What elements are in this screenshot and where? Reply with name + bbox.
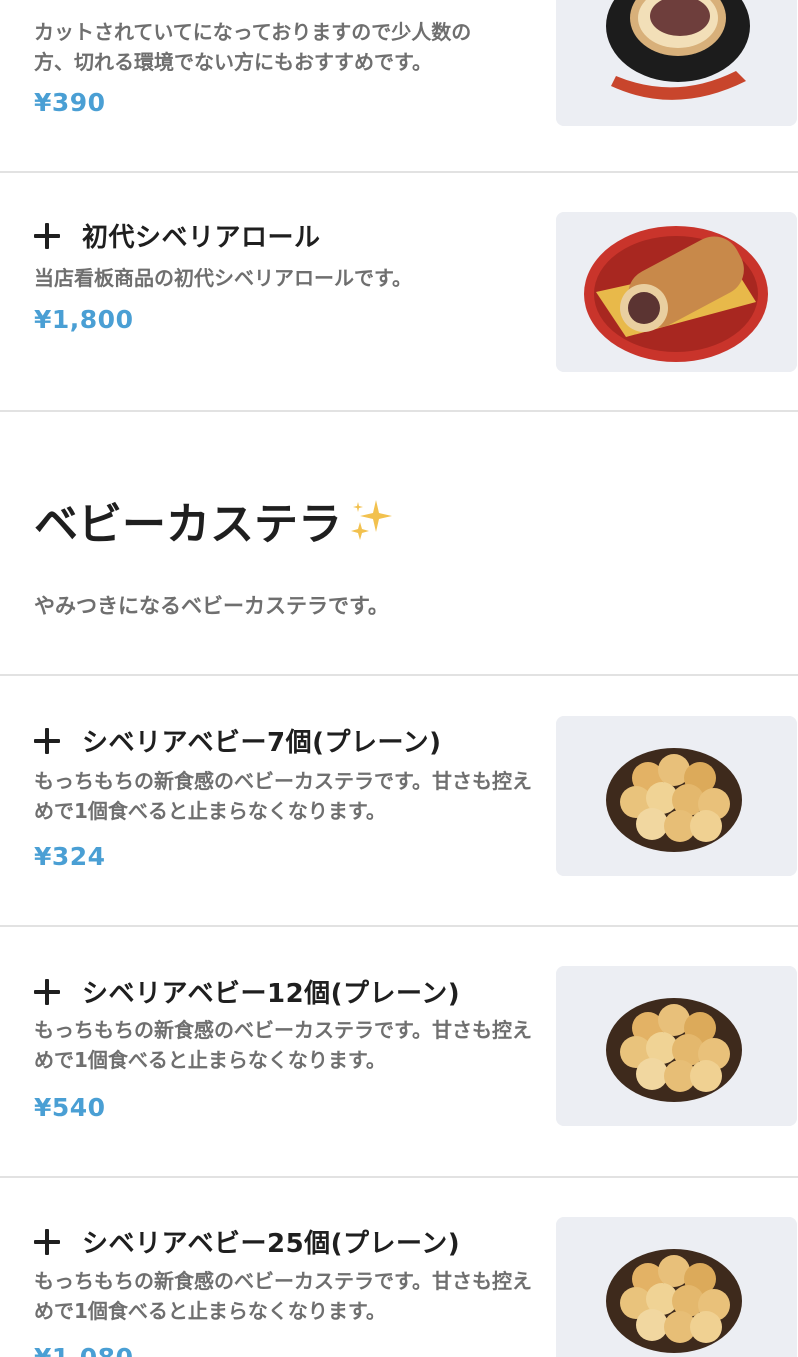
- section-title: ベビーカステラ: [34, 488, 396, 552]
- item-photo: [556, 1217, 797, 1357]
- menu-page: カットされていてになっておりますので少人数の方、切れる環境でない方にもおすすめで…: [0, 0, 798, 1357]
- item-photo: [556, 716, 797, 876]
- section-description: やみつきになるベビーカステラです。: [34, 594, 389, 618]
- item-description: もっちもちの新食感のベビーカステラです。甘さも控えめで1個食べると止まらなくなり…: [34, 1269, 532, 1323]
- item-price: ¥1,800: [34, 305, 134, 334]
- menu-item-siberia-baby-12[interactable]: シベリアベビー12個(プレーン) もっちもちの新食感のベビーカステラです。甘さも…: [0, 927, 798, 1176]
- item-description: もっちもちの新食感のベビーカステラです。甘さも控えめで1個食べると止まらなくなり…: [34, 769, 532, 823]
- item-description: もっちもちの新食感のベビーカステラです。甘さも控えめで1個食べると止まらなくなり…: [34, 1018, 532, 1072]
- item-price: ¥1,080: [34, 1343, 133, 1357]
- item-description: カットされていてになっておりますので少人数の方、切れる環境でない方にもおすすめで…: [34, 20, 472, 74]
- item-price: ¥390: [34, 88, 106, 117]
- plus-icon: [34, 727, 60, 754]
- item-photo: [556, 0, 797, 126]
- menu-item-siberia-baby-7[interactable]: シベリアベビー7個(プレーン) もっちもちの新食感のベビーカステラです。甘さも控…: [0, 676, 798, 925]
- item-photo: [556, 966, 797, 1126]
- item-description: 当店看板商品の初代シベリアロールです。: [34, 266, 412, 290]
- plus-icon: [34, 1228, 60, 1255]
- item-title: シベリアベビー12個(プレーン): [82, 979, 461, 1009]
- section-title-text: ベビーカステラ: [34, 499, 342, 550]
- sparkles-icon: [348, 496, 396, 544]
- menu-item-siberia-baby-25[interactable]: シベリアベビー25個(プレーン) もっちもちの新食感のベビーカステラです。甘さも…: [0, 1178, 798, 1357]
- item-title: 初代シベリアロール: [82, 223, 321, 253]
- item-price: ¥324: [34, 842, 106, 871]
- menu-item-shoki-siberia-roll[interactable]: 初代シベリアロール 当店看板商品の初代シベリアロールです。 ¥1,800: [0, 173, 798, 411]
- item-title: シベリアベビー25個(プレーン): [82, 1229, 461, 1259]
- plus-icon: [34, 222, 60, 249]
- item-photo: [556, 212, 797, 372]
- divider: [0, 410, 798, 412]
- item-title: シベリアベビー7個(プレーン): [82, 728, 442, 758]
- menu-item-cut-roll[interactable]: カットされていてになっておりますので少人数の方、切れる環境でない方にもおすすめで…: [0, 0, 798, 172]
- item-price: ¥540: [34, 1093, 106, 1122]
- plus-icon: [34, 978, 60, 1005]
